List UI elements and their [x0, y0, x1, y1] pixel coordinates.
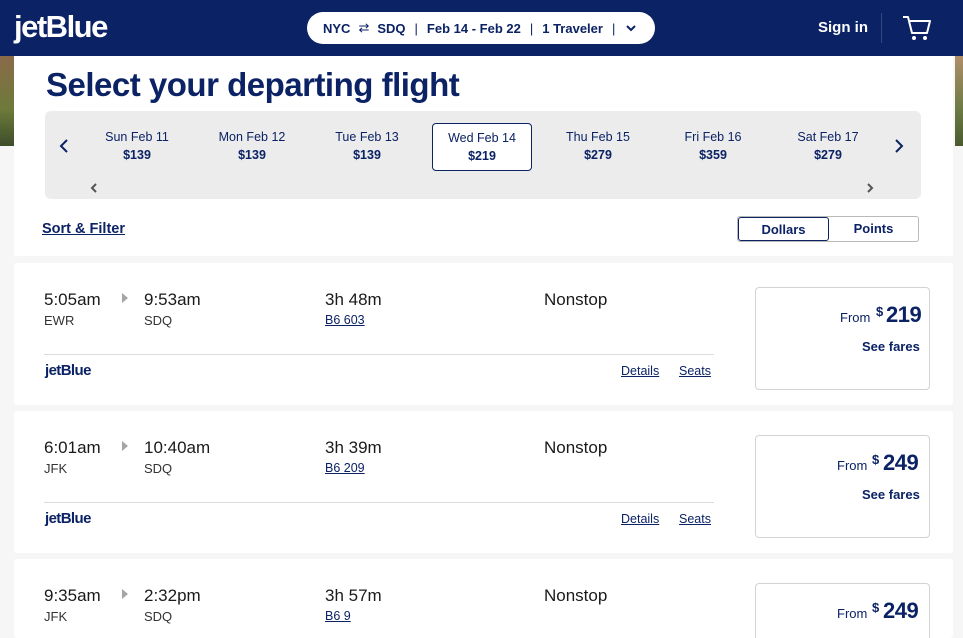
date-option-selected[interactable]: Wed Feb 14 $219 [432, 123, 532, 171]
flight-card: 6:01am 10:40am JFK SDQ 3h 39m B6 209 Non… [14, 411, 953, 553]
flight-card: 5:05am 9:53am EWR SDQ 3h 48m B6 603 Nons… [14, 263, 953, 405]
flight-duration: 3h 48m [325, 290, 382, 309]
seats-link[interactable]: Seats [679, 512, 711, 526]
traveler-count[interactable]: 1 Traveler [542, 21, 603, 36]
chevron-left-icon[interactable] [58, 137, 70, 160]
background-photo [0, 56, 14, 146]
details-link[interactable]: Details [621, 512, 659, 526]
date-option[interactable]: Sun Feb 11 $139 [87, 123, 187, 171]
date-label: Wed Feb 14 [448, 131, 516, 145]
stops-label: Nonstop [544, 290, 608, 309]
departure-time: 6:01am [44, 438, 101, 457]
card-divider [44, 502, 714, 503]
airline-logo: jetBlue [45, 510, 91, 527]
date-option[interactable]: Sat Feb 17 $279 [778, 123, 878, 171]
flight-card: 9:35am 2:32pm JFK SDQ 3h 57m B6 9 Nonsto… [14, 559, 953, 638]
top-navigation-bar: jetBlue NYC ⇄ SDQ | Feb 14 - Feb 22 | 1 … [0, 0, 963, 56]
flight-number-link[interactable]: B6 603 [325, 313, 365, 327]
fare-box[interactable]: From $ 249 See fares [755, 435, 930, 538]
arrow-icon [121, 588, 129, 603]
date-price: $279 [584, 148, 612, 162]
cart-icon[interactable] [902, 14, 932, 42]
see-fares-link[interactable]: See fares [862, 339, 920, 354]
departure-time: 9:35am [44, 586, 101, 605]
departure-time: 5:05am [44, 290, 101, 309]
divider: | [414, 20, 418, 36]
fare-currency: $ [872, 600, 880, 615]
divider: | [529, 20, 534, 36]
departure-airport: JFK [44, 609, 68, 624]
fare-currency: $ [872, 452, 880, 467]
date-price: $279 [814, 148, 842, 162]
background-photo [955, 56, 963, 146]
date-price: $139 [123, 148, 151, 162]
jetblue-logo[interactable]: jetBlue [14, 9, 108, 45]
seats-link[interactable]: Seats [679, 364, 711, 378]
points-option[interactable]: Points [829, 217, 918, 241]
fare-price: 249 [883, 450, 919, 475]
date-price: $359 [699, 148, 727, 162]
date-label: Thu Feb 15 [566, 130, 630, 144]
date-label: Tue Feb 13 [335, 130, 399, 144]
fare-box[interactable]: From $ 219 See fares [755, 287, 930, 390]
trip-search-summary[interactable]: NYC ⇄ SDQ | Feb 14 - Feb 22 | 1 Traveler… [307, 12, 655, 44]
arrival-airport: SDQ [144, 461, 173, 476]
arrow-icon [121, 440, 129, 455]
departure-airport: EWR [44, 313, 75, 328]
flight-number-link[interactable]: B6 209 [325, 461, 365, 475]
date-option[interactable]: Fri Feb 16 $359 [663, 123, 763, 171]
arrival-airport: SDQ [144, 313, 173, 328]
origin-code[interactable]: NYC [323, 21, 350, 36]
fare-from-label: From [840, 310, 871, 325]
scroll-right-icon[interactable] [866, 183, 874, 196]
fare-currency: $ [876, 304, 884, 319]
fare-price: 219 [886, 302, 922, 327]
travel-dates[interactable]: Feb 14 - Feb 22 [427, 21, 521, 36]
swap-icon[interactable]: ⇄ [358, 20, 369, 36]
flight-number-link[interactable]: B6 9 [325, 609, 351, 623]
stops-label: Nonstop [544, 586, 608, 605]
dollars-option[interactable]: Dollars [738, 217, 829, 241]
date-price: $139 [353, 148, 381, 162]
currency-toggle: Dollars Points [737, 216, 919, 242]
fare-from-label: From [837, 606, 868, 621]
arrival-airport: SDQ [144, 609, 173, 624]
details-link[interactable]: Details [621, 364, 659, 378]
fare-from-label: From [837, 458, 868, 473]
flight-duration: 3h 39m [325, 438, 382, 457]
header-divider [881, 13, 882, 43]
fare-price: 249 [883, 598, 919, 623]
date-label: Sat Feb 17 [797, 130, 859, 144]
arrow-icon [121, 292, 129, 307]
date-option[interactable]: Thu Feb 15 $279 [548, 123, 648, 171]
date-label: Mon Feb 12 [218, 130, 286, 144]
arrival-time: 10:40am [144, 438, 211, 457]
stops-label: Nonstop [544, 438, 608, 457]
date-option[interactable]: Mon Feb 12 $139 [202, 123, 302, 171]
fare-box[interactable]: From $ 249 [755, 583, 930, 638]
date-label: Sun Feb 11 [105, 130, 169, 144]
destination-code[interactable]: SDQ [377, 21, 405, 36]
chevron-right-icon[interactable] [893, 137, 905, 160]
chevron-down-icon[interactable] [626, 24, 637, 32]
date-price: $219 [468, 149, 496, 163]
card-divider [44, 354, 714, 355]
scroll-left-icon[interactable] [90, 183, 98, 196]
arrival-time: 2:32pm [144, 586, 201, 605]
date-label: Fri Feb 16 [684, 130, 742, 144]
date-price: $139 [238, 148, 266, 162]
sign-in-link[interactable]: Sign in [818, 19, 868, 36]
flight-duration: 3h 57m [325, 586, 382, 605]
arrival-time: 9:53am [144, 290, 201, 309]
departure-airport: JFK [44, 461, 68, 476]
see-fares-link[interactable]: See fares [862, 487, 920, 502]
airline-logo: jetBlue [45, 362, 91, 379]
sort-filter-link[interactable]: Sort & Filter [42, 221, 125, 237]
divider: | [611, 20, 616, 36]
page-title: Select your departing flight [46, 66, 460, 103]
date-option[interactable]: Tue Feb 13 $139 [317, 123, 417, 171]
